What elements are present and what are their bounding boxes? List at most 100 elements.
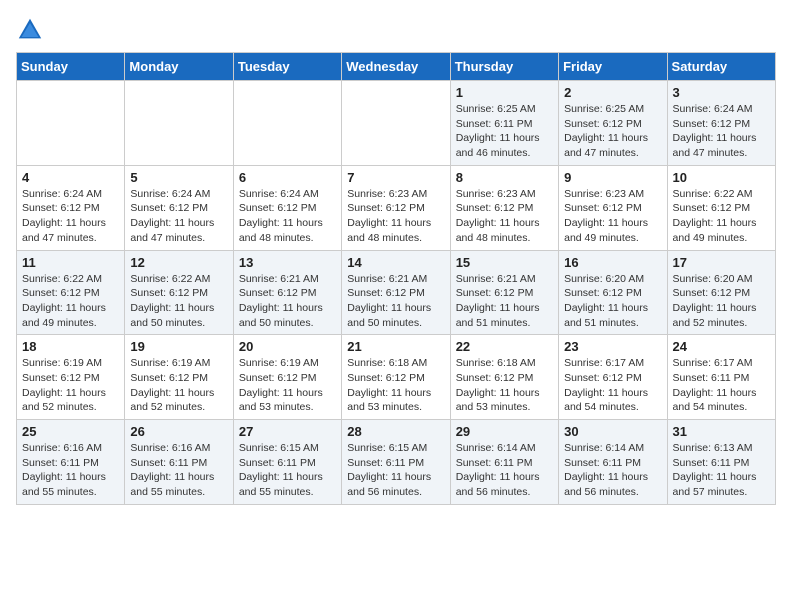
day-info: Sunrise: 6:13 AM Sunset: 6:11 PM Dayligh… (673, 441, 770, 500)
calendar-cell: 3Sunrise: 6:24 AM Sunset: 6:12 PM Daylig… (667, 81, 775, 166)
col-header-tuesday: Tuesday (233, 53, 341, 81)
day-number: 17 (673, 255, 770, 270)
calendar-cell: 4 Sunrise: 6:24 AM Sunset: 6:12 PM Daylig… (17, 165, 125, 250)
calendar-week-5: 25 Sunrise: 6:16 AM Sunset: 6:11 PM Dayli… (17, 420, 776, 505)
calendar-cell: 25Sunrise: 6:16 AM Sunset: 6:11 PM Dayli… (17, 420, 125, 505)
calendar-cell: 19 Sunrise: 6:19 AM Sunset: 6:12 PM Dayli… (125, 335, 233, 420)
day-number: 10 (673, 170, 770, 185)
day-info: Sunrise: 6:18 AM Sunset: 6:12 PM Dayligh… (456, 356, 553, 415)
day-info: Sunrise: 6:16 AM Sunset: 6:11 PM Dayligh… (130, 441, 227, 500)
day-info: Sunrise: 6:19 AM Sunset: 6:12 PM Dayligh… (239, 356, 336, 415)
day-info: Sunrise: 6:24 AM Sunset: 6:12 PM Dayligh… (130, 187, 227, 246)
day-info: Sunrise: 6:23 AM Sunset: 6:12 PM Dayligh… (456, 187, 553, 246)
day-info: Sunrise: 6:15 AM Sunset: 6:11 PM Dayligh… (239, 441, 336, 500)
day-number: 16 (564, 255, 661, 270)
day-info: Sunrise: 6:25 AM Sunset: 6:12 PM Dayligh… (564, 102, 661, 161)
day-number: 22 (456, 339, 553, 354)
day-number: 1 (456, 85, 553, 100)
day-info: Sunrise: 6:14 AM Sunset: 6:11 PM Dayligh… (456, 441, 553, 500)
day-number: 6 (239, 170, 336, 185)
day-number: 4 (22, 170, 119, 185)
col-header-monday: Monday (125, 53, 233, 81)
day-number: 25 (22, 424, 119, 439)
calendar-cell: 7 Sunrise: 6:23 AM Sunset: 6:12 PM Daylig… (342, 165, 450, 250)
day-info: Sunrise: 6:21 AM Sunset: 6:12 PM Dayligh… (347, 272, 444, 331)
day-number: 30 (564, 424, 661, 439)
calendar-cell (233, 81, 341, 166)
day-number: 2 (564, 85, 661, 100)
day-info: Sunrise: 6:17 AM Sunset: 6:11 PM Dayligh… (673, 356, 770, 415)
day-number: 7 (347, 170, 444, 185)
calendar-cell: 11 Sunrise: 6:22 AM Sunset: 6:12 PM Dayli… (17, 250, 125, 335)
logo (16, 16, 48, 44)
day-info: Sunrise: 6:19 AM Sunset: 6:12 PM Dayligh… (22, 356, 119, 415)
day-number: 19 (130, 339, 227, 354)
calendar-week-3: 11 Sunrise: 6:22 AM Sunset: 6:12 PM Dayli… (17, 250, 776, 335)
day-info: Sunrise: 6:19 AM Sunset: 6:12 PM Dayligh… (130, 356, 227, 415)
day-number: 13 (239, 255, 336, 270)
day-number: 12 (130, 255, 227, 270)
col-header-thursday: Thursday (450, 53, 558, 81)
day-number: 8 (456, 170, 553, 185)
day-number: 21 (347, 339, 444, 354)
day-number: 20 (239, 339, 336, 354)
day-info: Sunrise: 6:23 AM Sunset: 6:12 PM Dayligh… (564, 187, 661, 246)
logo-icon (16, 16, 44, 44)
page-header (16, 16, 776, 44)
day-number: 31 (673, 424, 770, 439)
day-info: Sunrise: 6:17 AM Sunset: 6:12 PM Dayligh… (564, 356, 661, 415)
calendar-cell: 23 Sunrise: 6:17 AM Sunset: 6:12 PM Dayli… (559, 335, 667, 420)
day-number: 15 (456, 255, 553, 270)
calendar-cell: 2 Sunrise: 6:25 AM Sunset: 6:12 PM Daylig… (559, 81, 667, 166)
day-number: 3 (673, 85, 770, 100)
calendar-cell: 18 Sunrise: 6:19 AM Sunset: 6:12 PM Dayli… (17, 335, 125, 420)
day-info: Sunrise: 6:20 AM Sunset: 6:12 PM Dayligh… (673, 272, 770, 331)
col-header-saturday: Saturday (667, 53, 775, 81)
day-number: 18 (22, 339, 119, 354)
calendar-header: SundayMondayTuesdayWednesdayThursdayFrid… (17, 53, 776, 81)
day-number: 26 (130, 424, 227, 439)
day-info: Sunrise: 6:20 AM Sunset: 6:12 PM Dayligh… (564, 272, 661, 331)
calendar-cell: 1Sunrise: 6:25 AM Sunset: 6:11 PM Daylig… (450, 81, 558, 166)
col-header-friday: Friday (559, 53, 667, 81)
day-info: Sunrise: 6:14 AM Sunset: 6:11 PM Dayligh… (564, 441, 661, 500)
day-info: Sunrise: 6:24 AM Sunset: 6:12 PM Dayligh… (22, 187, 119, 246)
calendar-cell: 17 Sunrise: 6:20 AM Sunset: 6:12 PM Dayli… (667, 250, 775, 335)
calendar-cell: 31 Sunrise: 6:13 AM Sunset: 6:11 PM Dayli… (667, 420, 775, 505)
calendar-cell: 28 Sunrise: 6:15 AM Sunset: 6:11 PM Dayli… (342, 420, 450, 505)
calendar-cell: 20 Sunrise: 6:19 AM Sunset: 6:12 PM Dayli… (233, 335, 341, 420)
calendar-cell (17, 81, 125, 166)
calendar-cell: 26 Sunrise: 6:16 AM Sunset: 6:11 PM Dayli… (125, 420, 233, 505)
calendar-cell: 22 Sunrise: 6:18 AM Sunset: 6:12 PM Dayli… (450, 335, 558, 420)
day-number: 14 (347, 255, 444, 270)
calendar-cell: 21 Sunrise: 6:18 AM Sunset: 6:12 PM Dayli… (342, 335, 450, 420)
day-number: 9 (564, 170, 661, 185)
day-info: Sunrise: 6:22 AM Sunset: 6:12 PM Dayligh… (22, 272, 119, 331)
day-info: Sunrise: 6:15 AM Sunset: 6:11 PM Dayligh… (347, 441, 444, 500)
day-number: 11 (22, 255, 119, 270)
calendar-cell: 5 Sunrise: 6:24 AM Sunset: 6:12 PM Daylig… (125, 165, 233, 250)
day-info: Sunrise: 6:23 AM Sunset: 6:12 PM Dayligh… (347, 187, 444, 246)
calendar-week-1: 1Sunrise: 6:25 AM Sunset: 6:11 PM Daylig… (17, 81, 776, 166)
day-number: 27 (239, 424, 336, 439)
day-info: Sunrise: 6:24 AM Sunset: 6:12 PM Dayligh… (239, 187, 336, 246)
day-number: 23 (564, 339, 661, 354)
calendar-cell: 9 Sunrise: 6:23 AM Sunset: 6:12 PM Daylig… (559, 165, 667, 250)
day-number: 24 (673, 339, 770, 354)
day-info: Sunrise: 6:22 AM Sunset: 6:12 PM Dayligh… (673, 187, 770, 246)
calendar-cell: 24 Sunrise: 6:17 AM Sunset: 6:11 PM Dayli… (667, 335, 775, 420)
calendar-cell: 30 Sunrise: 6:14 AM Sunset: 6:11 PM Dayli… (559, 420, 667, 505)
day-number: 5 (130, 170, 227, 185)
calendar-cell: 14 Sunrise: 6:21 AM Sunset: 6:12 PM Dayli… (342, 250, 450, 335)
day-info: Sunrise: 6:22 AM Sunset: 6:12 PM Dayligh… (130, 272, 227, 331)
calendar-cell: 6 Sunrise: 6:24 AM Sunset: 6:12 PM Daylig… (233, 165, 341, 250)
day-number: 29 (456, 424, 553, 439)
calendar-cell: 15 Sunrise: 6:21 AM Sunset: 6:12 PM Dayli… (450, 250, 558, 335)
day-number: 28 (347, 424, 444, 439)
day-info: Sunrise: 6:21 AM Sunset: 6:12 PM Dayligh… (239, 272, 336, 331)
day-info: Sunrise: 6:21 AM Sunset: 6:12 PM Dayligh… (456, 272, 553, 331)
calendar-cell: 10 Sunrise: 6:22 AM Sunset: 6:12 PM Dayli… (667, 165, 775, 250)
calendar-week-4: 18 Sunrise: 6:19 AM Sunset: 6:12 PM Dayli… (17, 335, 776, 420)
day-info: Sunrise: 6:18 AM Sunset: 6:12 PM Dayligh… (347, 356, 444, 415)
calendar-cell: 27 Sunrise: 6:15 AM Sunset: 6:11 PM Dayli… (233, 420, 341, 505)
